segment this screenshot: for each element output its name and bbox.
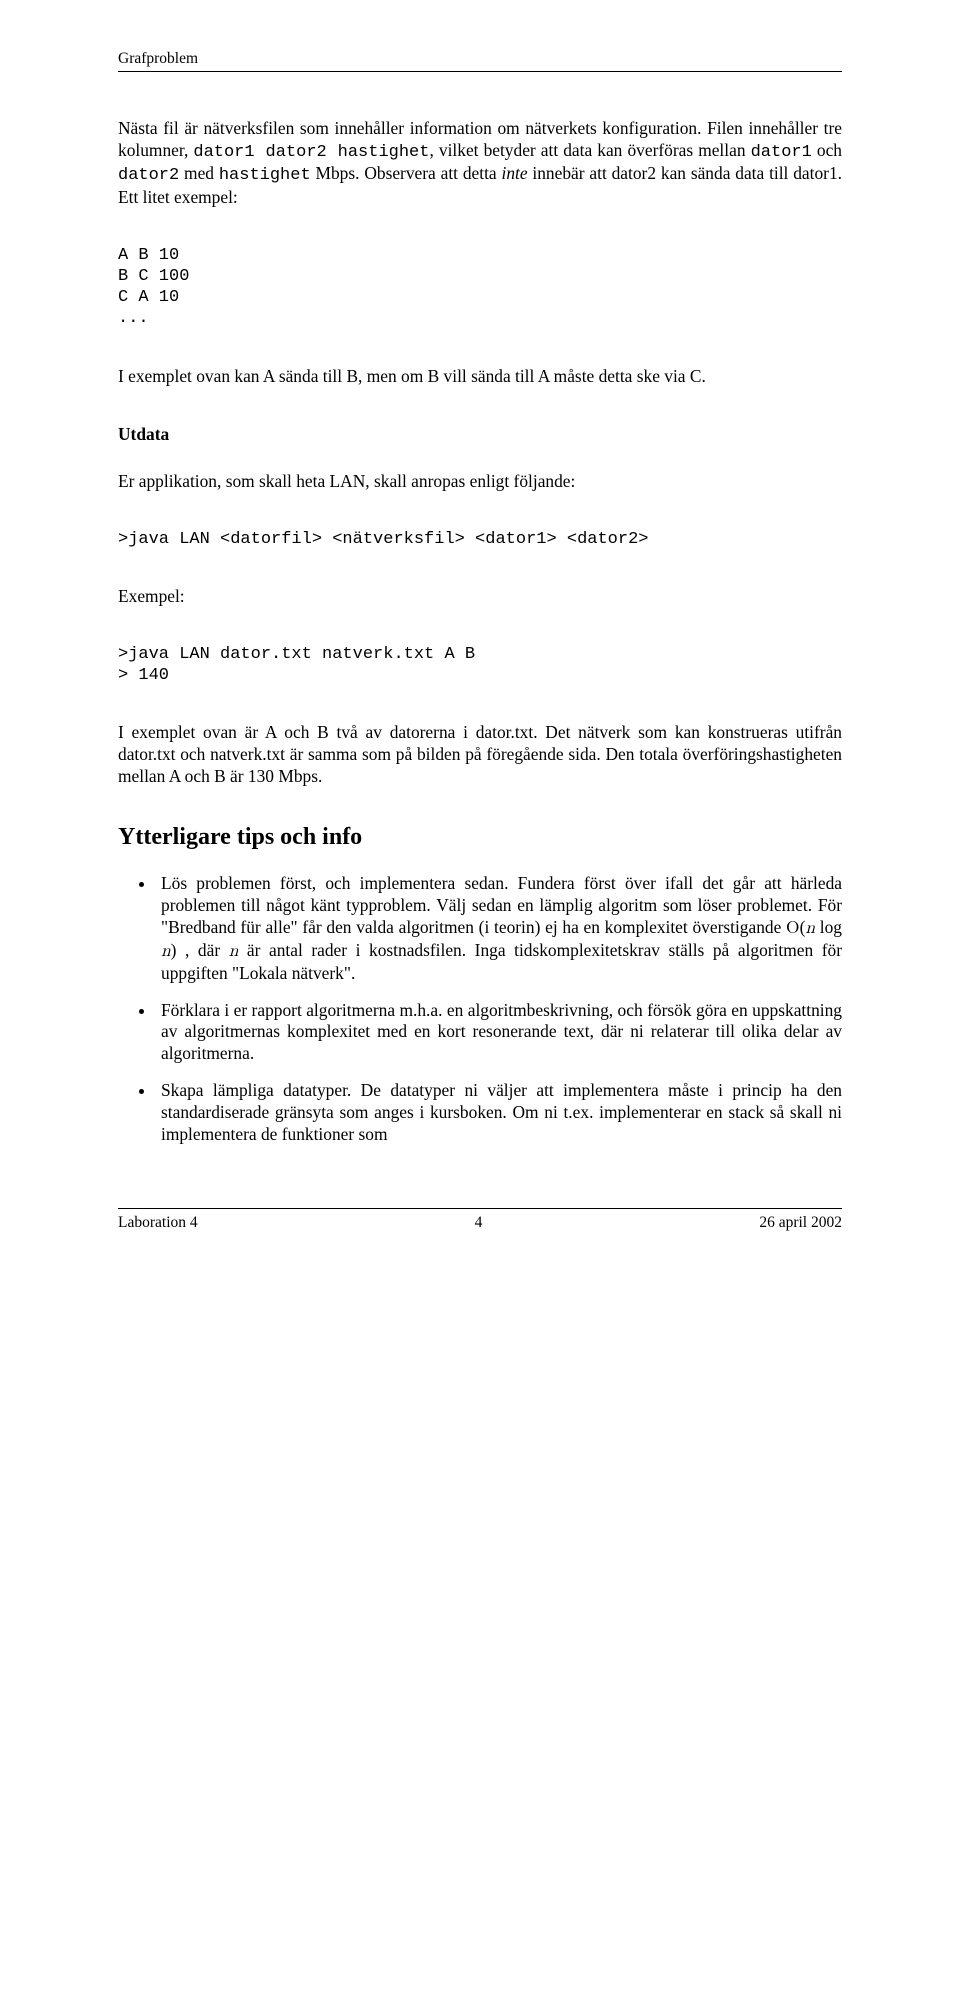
code-block-example: >java LAN dator.txt natverk.txt A B > 14… [118, 644, 842, 687]
footer-page-number: 4 [475, 1214, 483, 1232]
paragraph-intro: Nästa fil är nätverksfilen som innehålle… [118, 118, 842, 209]
code-block-usage: >java LAN <datorfil> <nätverksfil> <dato… [118, 529, 842, 550]
code-inline: dator1 dator2 hastighet [193, 143, 429, 162]
list-item: Förklara i er rapport algoritmerna m.h.a… [156, 1000, 842, 1066]
tips-list: Lös problemen först, och implementera se… [118, 873, 842, 1146]
emphasis: inte [501, 163, 527, 183]
section-heading-tips: Ytterligare tips och info [118, 824, 842, 851]
paragraph-invoke: Er applikation, som skall heta LAN, skal… [118, 471, 842, 493]
page-footer: Laboration 4 4 26 april 2002 [118, 1208, 842, 1232]
footer-left: Laboration 4 [118, 1214, 198, 1232]
list-item: Lös problemen först, och implementera se… [156, 873, 842, 985]
code-block-network: A B 10 B C 100 C A 10 ... [118, 245, 842, 330]
code-inline: dator1 [751, 143, 812, 162]
math-bigO: O [786, 920, 800, 937]
header-title: Grafproblem [118, 50, 198, 67]
code-inline: dator2 [118, 166, 179, 185]
paragraph-result: I exemplet ovan är A och B två av datore… [118, 722, 842, 788]
code-inline: hastighet [219, 166, 311, 185]
running-head: Grafproblem [118, 50, 842, 72]
paragraph-explain: I exemplet ovan kan A sända till B, men … [118, 366, 842, 388]
list-item: Skapa lämpliga datatyper. De datatyper n… [156, 1080, 842, 1146]
footer-date: 26 april 2002 [759, 1214, 842, 1232]
subheading-utdata: Utdata [118, 424, 842, 445]
paragraph-example-label: Exempel: [118, 586, 842, 608]
